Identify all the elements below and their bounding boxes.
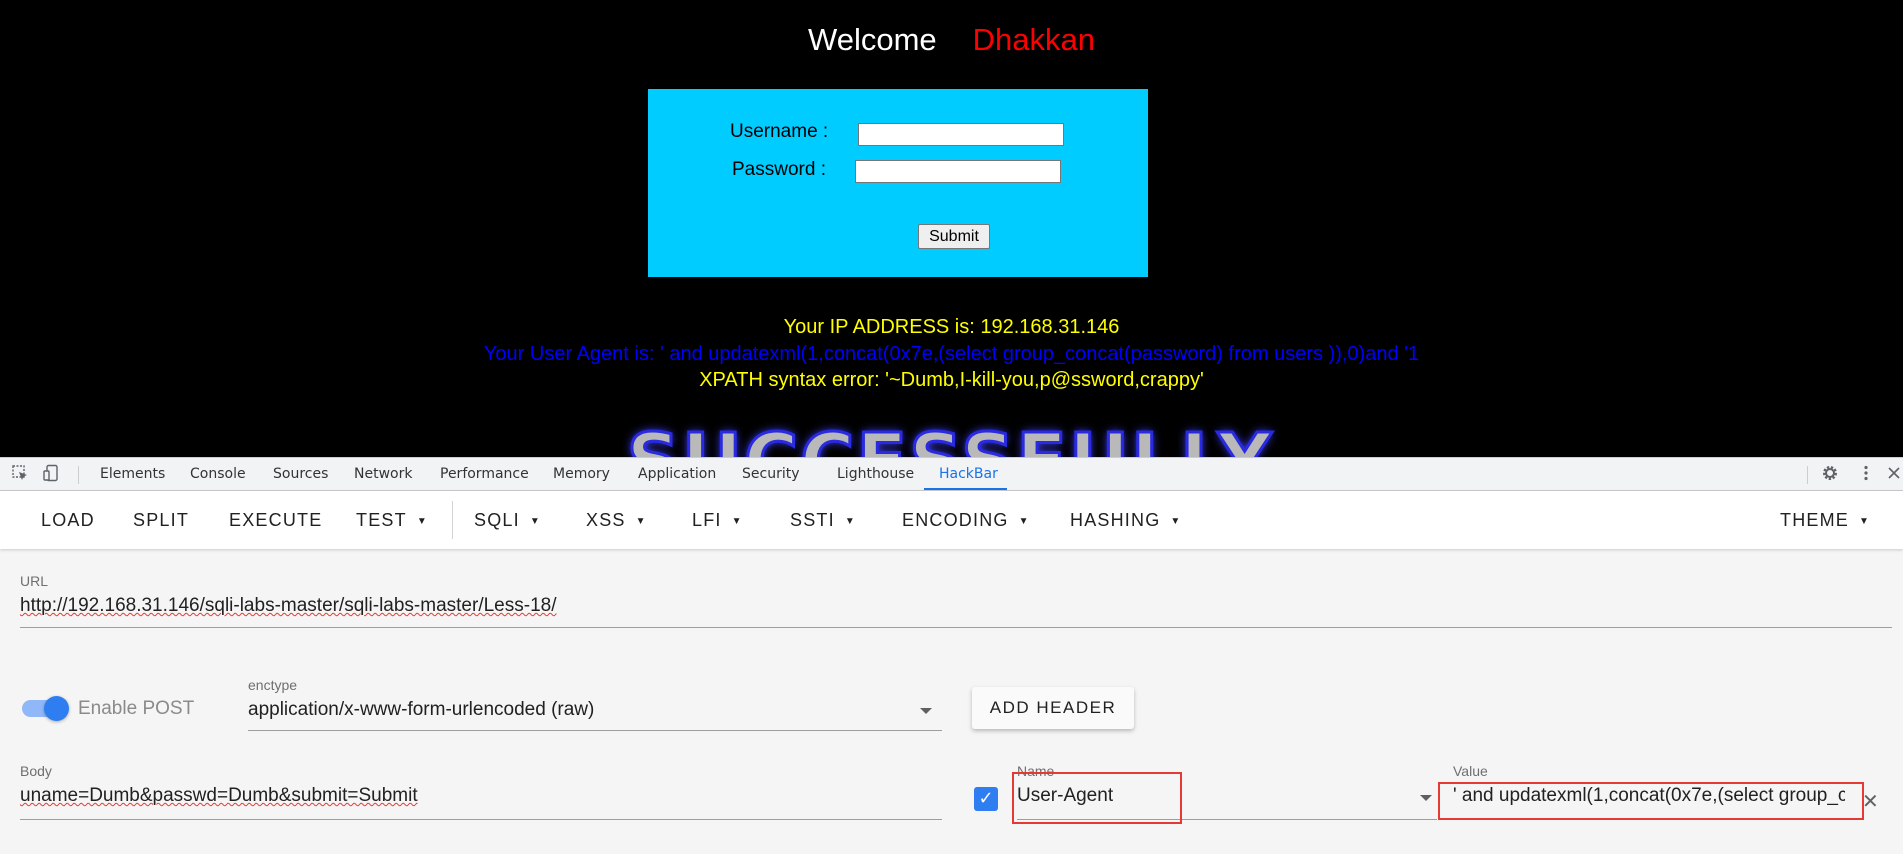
tab-application[interactable]: Application <box>638 458 716 490</box>
header-value-label: Value <box>1453 763 1488 779</box>
tab-sources[interactable]: Sources <box>273 458 328 490</box>
close-icon[interactable] <box>1886 464 1902 484</box>
device-toolbar-icon[interactable] <box>42 464 62 484</box>
header-enabled-checkbox[interactable]: ✓ <box>974 787 998 811</box>
xpath-error-line: XPATH syntax error: '~Dumb,I-kill-you,p@… <box>699 369 1204 391</box>
caret-down-icon: ▼ <box>635 516 647 527</box>
web-page: Welcome Dhakkan Username : Password : Sub… <box>0 0 1903 457</box>
split-button[interactable]: SPLIT <box>133 491 189 549</box>
welcome-text: Welcome <box>808 22 937 57</box>
test-label: TEST <box>356 510 407 530</box>
more-vertical-icon[interactable] <box>1856 464 1876 484</box>
test-menu[interactable]: TEST ▼ <box>356 491 428 549</box>
welcome-heading: Welcome Dhakkan <box>0 22 1903 58</box>
caret-down-icon: ▼ <box>1170 516 1182 527</box>
enctype-select[interactable]: application/x-www-form-urlencoded (raw) <box>248 699 908 721</box>
highlight-box-value <box>1438 782 1864 820</box>
tab-elements[interactable]: Elements <box>100 458 165 490</box>
caret-down-icon: ▼ <box>1859 516 1871 527</box>
body-input[interactable]: uname=Dumb&passwd=Dumb&submit=Submit <box>20 785 940 807</box>
encoding-label: ENCODING <box>902 510 1009 530</box>
inspect-icon[interactable] <box>10 464 30 484</box>
xss-label: XSS <box>586 510 626 530</box>
execute-label: EXECUTE <box>229 510 323 530</box>
lfi-menu[interactable]: LFI ▼ <box>692 491 743 549</box>
password-label: Password : <box>732 159 826 180</box>
body-text: uname=Dumb&passwd=Dumb&submit=Submit <box>20 785 418 806</box>
hackbar-menu: LOAD SPLIT EXECUTE TEST ▼ SQLI ▼ XSS ▼ LFI ▼… <box>0 491 1903 549</box>
sqli-label: SQLI <box>474 510 520 530</box>
username-label: Username : <box>730 121 829 142</box>
tab-console[interactable]: Console <box>190 458 246 490</box>
execute-button[interactable]: EXECUTE <box>229 491 322 549</box>
tab-lighthouse[interactable]: Lighthouse <box>837 458 914 490</box>
toggle-knob[interactable] <box>44 696 69 721</box>
hashing-label: HASHING <box>1070 510 1161 530</box>
load-label: LOAD <box>41 510 95 530</box>
devtools-separator <box>78 466 79 484</box>
ssti-menu[interactable]: SSTI ▼ <box>790 491 856 549</box>
hackbar-panel: LOAD SPLIT EXECUTE TEST ▼ SQLI ▼ XSS ▼ LFI ▼… <box>0 491 1903 854</box>
caret-down-icon: ▼ <box>1018 516 1030 527</box>
hashing-menu[interactable]: HASHING ▼ <box>1070 491 1182 549</box>
caret-down-icon: ▼ <box>731 516 743 527</box>
gear-icon[interactable] <box>1820 464 1840 484</box>
caret-down-icon: ▼ <box>416 516 428 527</box>
password-input[interactable] <box>855 160 1061 183</box>
theme-label: THEME <box>1780 510 1849 530</box>
sqli-menu[interactable]: SQLI ▼ <box>474 491 541 549</box>
caret-down-icon: ▼ <box>529 516 541 527</box>
tab-memory[interactable]: Memory <box>553 458 610 490</box>
tab-network[interactable]: Network <box>354 458 412 490</box>
body-label: Body <box>20 763 52 779</box>
caret-down-icon: ▼ <box>844 516 856 527</box>
theme-menu[interactable]: THEME ▼ <box>1780 491 1870 549</box>
url-underline <box>20 627 1892 628</box>
enable-post-label: Enable POST <box>78 698 195 719</box>
tab-security[interactable]: Security <box>742 458 800 490</box>
add-header-button[interactable]: ADD HEADER <box>972 687 1134 729</box>
menu-divider <box>452 501 453 539</box>
highlight-box-name <box>1012 772 1182 824</box>
url-label: URL <box>20 573 49 589</box>
username-input[interactable] <box>858 123 1064 146</box>
url-text: http://192.168.31.146/sqli-labs-master/s… <box>20 595 557 616</box>
success-banner-image: SUCCESSFULLY <box>580 417 1320 458</box>
devtools-tab-bar: Elements Console Sources Network Perform… <box>0 457 1903 491</box>
tab-performance[interactable]: Performance <box>440 458 529 490</box>
enctype-label: enctype <box>248 677 298 693</box>
dropdown-arrow-icon[interactable] <box>1420 795 1432 801</box>
xss-menu[interactable]: XSS ▼ <box>586 491 647 549</box>
login-form: Username : Password : Submit <box>648 89 1148 277</box>
logged-user-name: Dhakkan <box>972 22 1095 57</box>
ssti-label: SSTI <box>790 510 835 530</box>
encoding-menu[interactable]: ENCODING ▼ <box>902 491 1030 549</box>
ip-address-line: Your IP ADDRESS is: 192.168.31.146 <box>783 316 1120 338</box>
lfi-label: LFI <box>692 510 722 530</box>
user-agent-line: Your User Agent is: ' and updatexml(1,co… <box>483 343 1420 365</box>
devtools-separator-right <box>1807 466 1808 484</box>
body-underline <box>20 819 942 820</box>
url-input[interactable]: http://192.168.31.146/sqli-labs-master/s… <box>20 595 1890 617</box>
submit-button[interactable]: Submit <box>918 224 990 249</box>
enctype-underline <box>248 730 942 731</box>
active-tab-indicator <box>924 488 1007 490</box>
load-button[interactable]: LOAD <box>41 491 95 549</box>
split-label: SPLIT <box>133 510 190 530</box>
remove-header-icon[interactable]: ✕ <box>1862 791 1879 811</box>
tab-hackbar[interactable]: HackBar <box>939 458 998 490</box>
dropdown-arrow-icon[interactable] <box>920 708 932 714</box>
